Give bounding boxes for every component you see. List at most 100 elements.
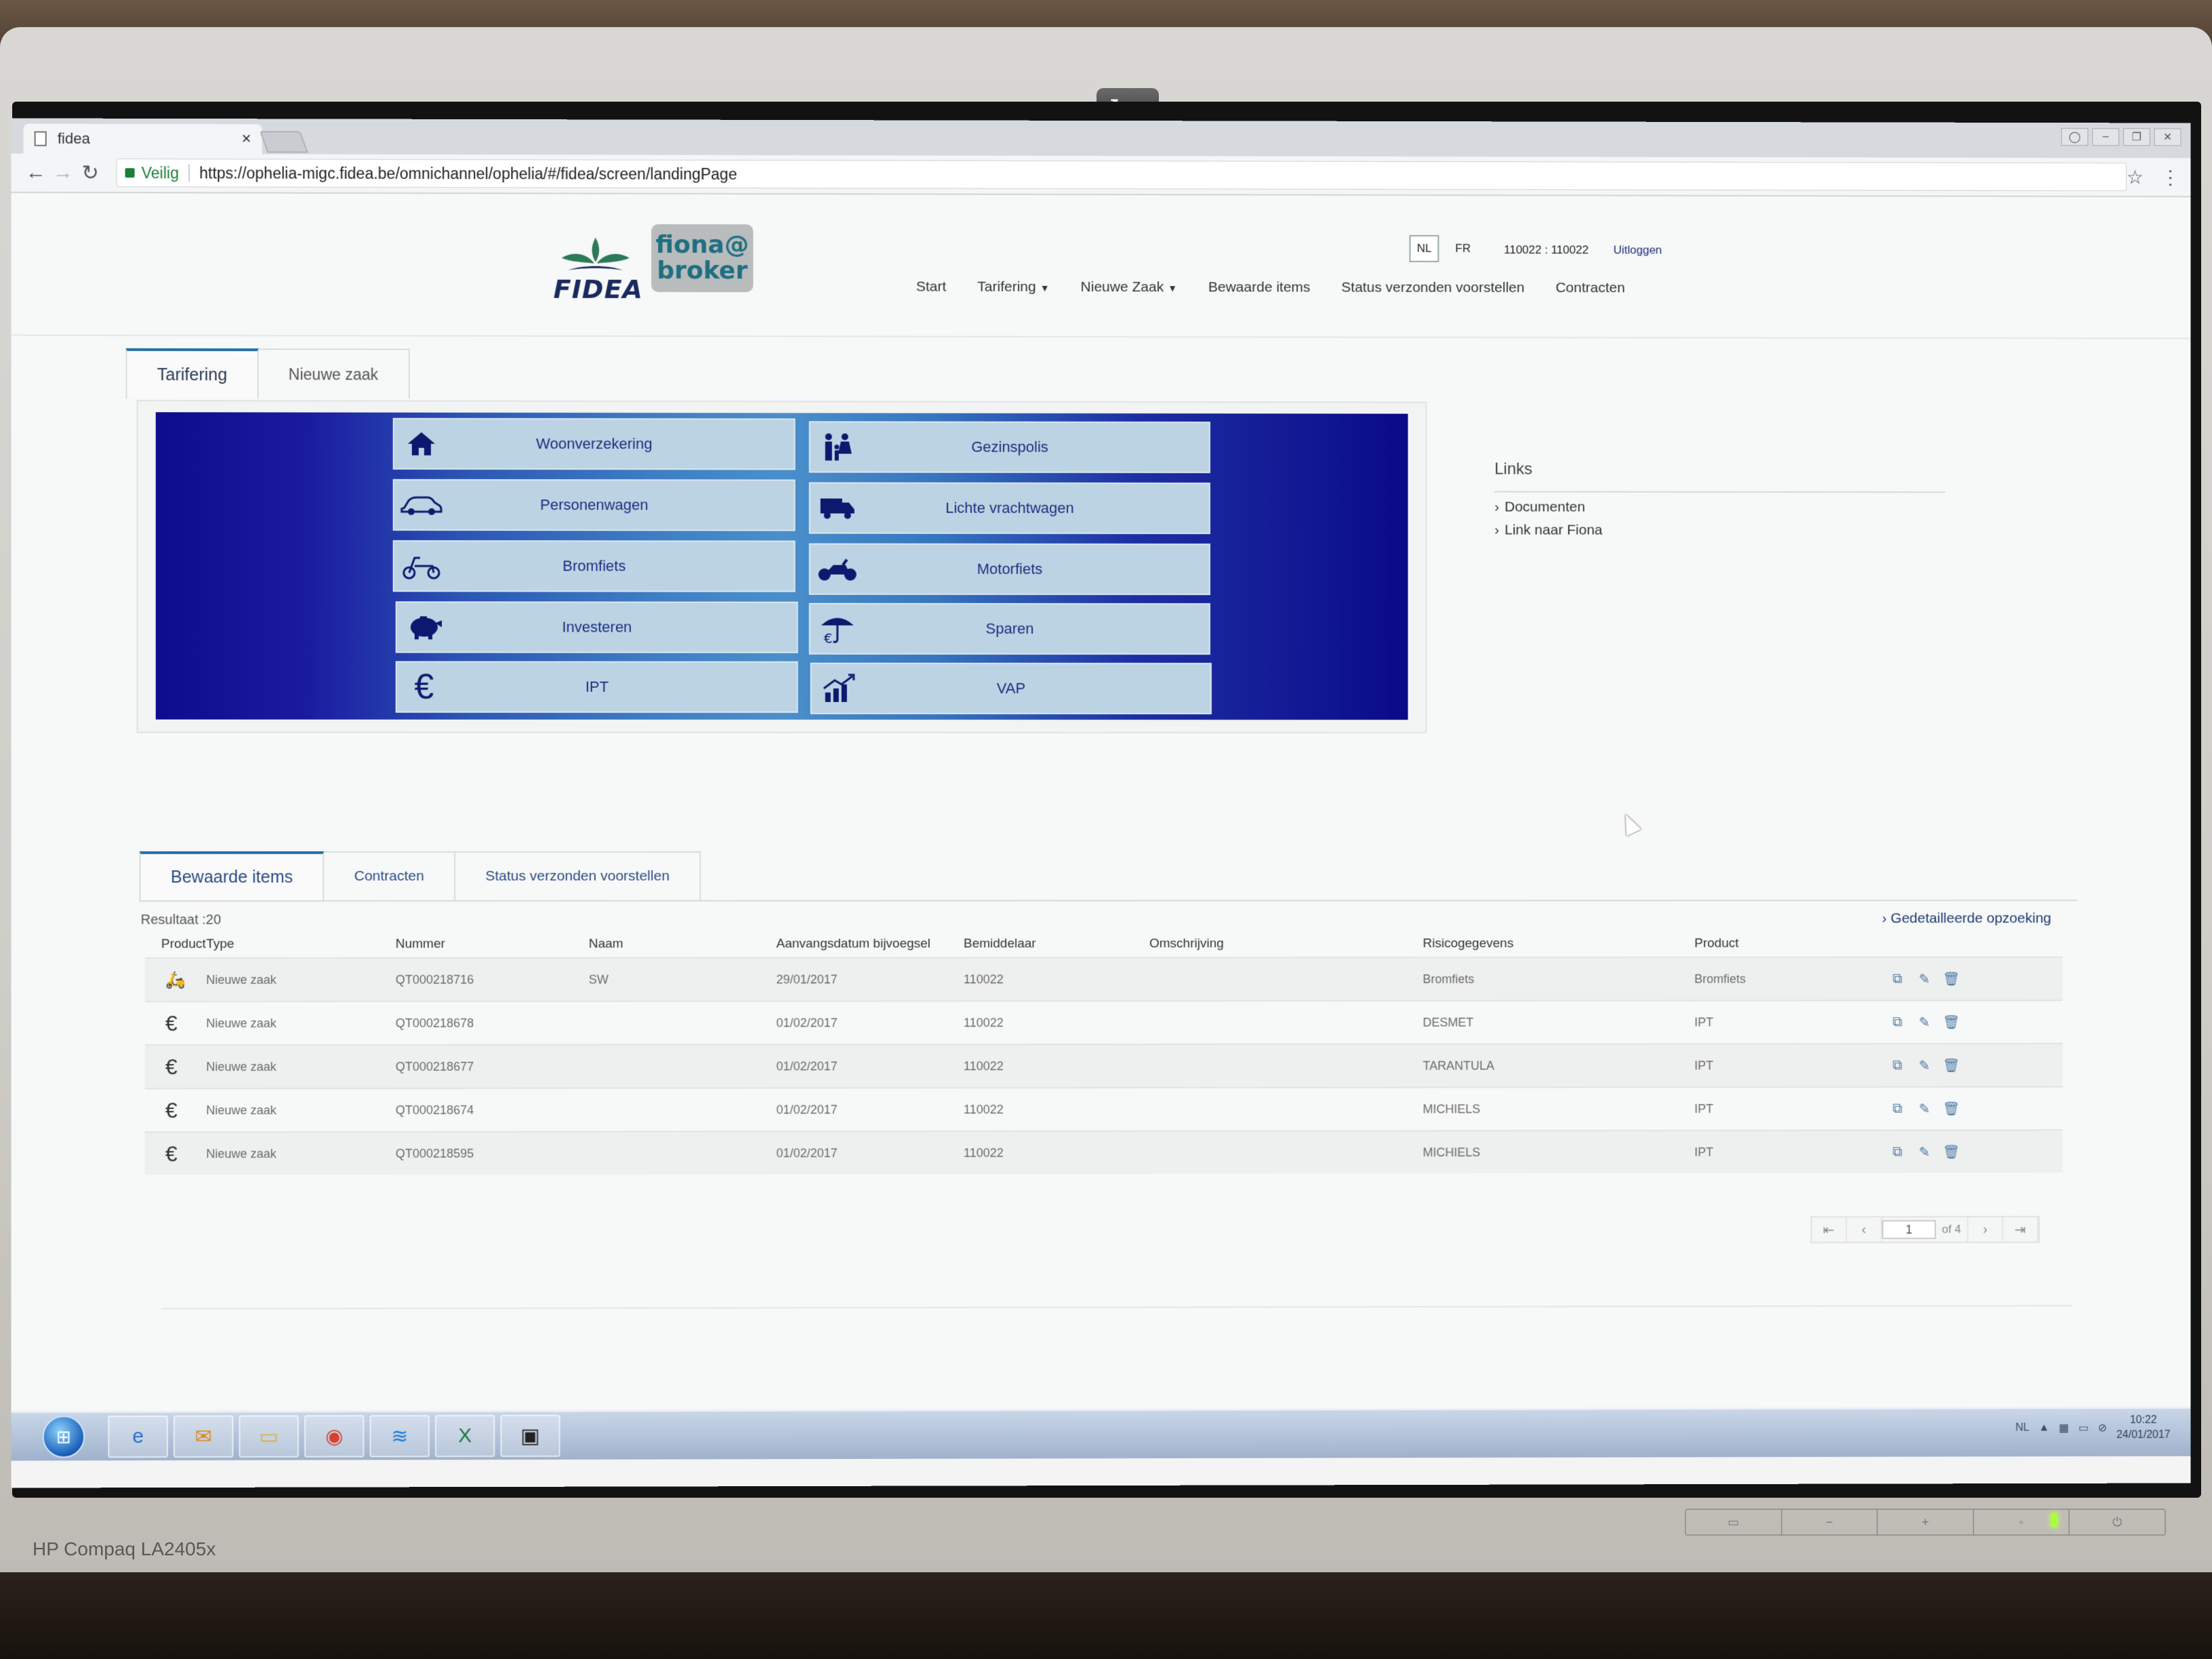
explorer-icon[interactable]: ▭ <box>239 1415 299 1458</box>
wifi-icon[interactable]: ≋ <box>369 1414 430 1458</box>
next-page-icon[interactable]: › <box>1968 1217 2004 1242</box>
tab-bewaarde-items[interactable]: Bewaarde items <box>139 851 325 901</box>
delete-icon[interactable]: 🗑 <box>1943 1101 1960 1116</box>
url-input[interactable]: Veilig https://ophelia-migc.fidea.be/omn… <box>116 158 2127 191</box>
network-icon[interactable]: ▦ <box>2059 1421 2069 1435</box>
col-type[interactable]: Type <box>206 937 395 951</box>
copy-icon[interactable]: ⧉ <box>1890 1015 1905 1029</box>
tile-gezinspolis[interactable]: Gezinspolis <box>808 421 1210 474</box>
chrome-icon[interactable]: ◉ <box>304 1415 365 1458</box>
detailed-search-link[interactable]: › Gedetailleerde opzoeking <box>1882 911 2051 927</box>
tab-status-verzonden[interactable]: Status verzonden voorstellen <box>455 851 701 901</box>
tile-motorfiets[interactable]: Motorfiets <box>808 543 1210 596</box>
close-window-icon[interactable]: ✕ <box>2154 128 2182 146</box>
tile-investeren[interactable]: Investeren <box>395 601 798 653</box>
tile-woonverzekering[interactable]: Woonverzekering <box>392 417 796 470</box>
nav-status-verzonden[interactable]: Status verzonden voorstellen <box>1341 280 1524 296</box>
logout-link[interactable]: Uitloggen <box>1614 243 1662 257</box>
copy-icon[interactable]: ⧉ <box>1890 971 1905 986</box>
monitor-plus-icon[interactable]: + <box>1878 1510 1974 1534</box>
col-risicogegevens[interactable]: Risicogegevens <box>1423 937 1695 951</box>
edit-icon[interactable]: ✎ <box>1917 1058 1932 1073</box>
row-type: Nieuwe zaak <box>206 972 276 987</box>
tab-nieuwe-zaak[interactable]: Nieuwe zaak <box>258 348 410 399</box>
minimize-icon[interactable]: – <box>2092 128 2120 146</box>
table-row[interactable]: 🛵 Nieuwe zaak QT000218716 SW 29/01/2017 11002… <box>144 956 2063 1001</box>
last-page-icon[interactable]: ⇥ <box>2003 1217 2039 1242</box>
tile-label: Bromfiets <box>562 557 626 575</box>
fidea-wordmark: FIDEA <box>553 274 644 304</box>
browser-tab[interactable]: fidea × <box>23 123 262 155</box>
saved-items-table: Product Type Nummer Naam Aanvangsdatum b… <box>144 930 2063 1175</box>
outlook-icon[interactable]: ✉ <box>173 1415 234 1458</box>
excel-icon[interactable]: X <box>434 1414 495 1458</box>
monitor-minus-icon[interactable]: − <box>1782 1510 1879 1534</box>
copy-icon[interactable]: ⧉ <box>1890 1101 1905 1116</box>
col-product-name[interactable]: Product <box>1694 937 1890 951</box>
col-aanvangsdatum[interactable]: Aanvangsdatum bijvoegsel <box>777 937 964 951</box>
back-icon[interactable]: ← <box>22 161 49 184</box>
nav-nieuwe-zaak[interactable]: Nieuwe Zaak ▼ <box>1081 279 1177 295</box>
tile-lichte-vrachtwagen[interactable]: Lichte vrachtwagen <box>808 482 1210 535</box>
table-row[interactable]: € Nieuwe zaak QT000218677 01/02/2017 110022 T… <box>144 1042 2063 1088</box>
edit-icon[interactable]: ✎ <box>1917 1015 1932 1030</box>
delete-icon[interactable]: 🗑 <box>1943 971 1960 987</box>
delete-icon[interactable]: 🗑 <box>1943 1058 1960 1073</box>
nav-tarifering[interactable]: Tarifering ▼ <box>977 279 1049 295</box>
col-omschrijving[interactable]: Omschrijving <box>1149 937 1423 951</box>
copy-icon[interactable]: ⧉ <box>1890 1144 1905 1160</box>
ie-icon[interactable]: e <box>108 1415 168 1458</box>
nav-contracten[interactable]: Contracten <box>1555 280 1624 296</box>
tab-contracten[interactable]: Contracten <box>324 851 456 901</box>
col-nummer[interactable]: Nummer <box>396 937 589 951</box>
col-bemiddelaar[interactable]: Bemiddelaar <box>964 937 1149 951</box>
display-icon[interactable]: ▭ <box>2078 1421 2089 1435</box>
tile-ipt[interactable]: € IPT <box>395 661 798 713</box>
table-row[interactable]: € Nieuwe zaak QT000218595 01/02/2017 110022 M… <box>144 1129 2063 1175</box>
link-documenten[interactable]: › Documenten <box>1494 499 1585 516</box>
col-naam[interactable]: Naam <box>589 937 777 951</box>
row-risico: MICHIELS <box>1422 1145 1481 1159</box>
maximize-icon[interactable]: ❐ <box>2123 128 2150 146</box>
tile-sparen[interactable]: € Sparen <box>808 602 1210 655</box>
page-number-input[interactable]: 1 <box>1882 1220 1936 1240</box>
first-page-icon[interactable]: ⇤ <box>1811 1217 1847 1242</box>
fiona-broker-logo[interactable]: fiona@ broker <box>651 224 754 293</box>
language-nl[interactable]: NL <box>1409 234 1439 262</box>
monitor-power-icon[interactable]: ⏻ <box>2070 1510 2165 1534</box>
tab-tarifering[interactable]: Tarifering <box>125 348 259 399</box>
delete-icon[interactable]: 🗑 <box>1943 1015 1960 1030</box>
forward-icon[interactable]: → <box>49 161 77 184</box>
edit-icon[interactable]: ✎ <box>1917 1101 1932 1116</box>
col-product[interactable]: Product <box>145 937 207 952</box>
fiona-logo-line1: fiona@ <box>655 230 750 260</box>
bookmark-star-icon[interactable]: ☆ <box>2127 166 2144 188</box>
table-row[interactable]: € Nieuwe zaak QT000218678 01/02/2017 110022 D… <box>144 1000 2063 1045</box>
start-button[interactable]: ⊞ <box>42 1415 85 1458</box>
reload-icon[interactable]: ↻ <box>77 161 104 184</box>
profile-icon[interactable]: ◯ <box>2061 128 2089 146</box>
tray-expand-icon[interactable]: ▲ <box>2039 1422 2049 1434</box>
new-tab-button[interactable] <box>259 131 308 153</box>
link-naar-fiona[interactable]: › Link naar Fiona <box>1494 523 1602 539</box>
monitor-input-icon[interactable]: ▭ <box>1686 1510 1782 1534</box>
delete-icon[interactable]: 🗑 <box>1943 1145 1960 1160</box>
terminal-icon[interactable]: ▣ <box>500 1414 560 1457</box>
tile-personenwagen[interactable]: Personenwagen <box>392 478 796 531</box>
tile-vap[interactable]: VAP <box>810 662 1212 715</box>
language-indicator[interactable]: NL <box>2015 1422 2029 1434</box>
row-type: Nieuwe zaak <box>206 1146 276 1161</box>
copy-icon[interactable]: ⧉ <box>1890 1058 1905 1073</box>
close-tab-icon[interactable]: × <box>242 129 251 148</box>
nav-bewaarde-items[interactable]: Bewaarde items <box>1208 279 1310 295</box>
tile-bromfiets[interactable]: Bromfiets <box>392 540 796 592</box>
language-fr[interactable]: FR <box>1455 242 1471 255</box>
prev-page-icon[interactable]: ‹ <box>1847 1217 1883 1242</box>
table-row[interactable]: € Nieuwe zaak QT000218674 01/02/2017 110022 M… <box>144 1086 2063 1132</box>
edit-icon[interactable]: ✎ <box>1917 971 1932 987</box>
clock[interactable]: 10:22 24/01/2017 <box>2116 1413 2171 1443</box>
nav-start[interactable]: Start <box>916 279 946 295</box>
browser-menu-icon[interactable]: ⋮ <box>2161 166 2180 188</box>
volume-muted-icon[interactable]: ⊘ <box>2098 1421 2107 1435</box>
edit-icon[interactable]: ✎ <box>1917 1145 1932 1160</box>
